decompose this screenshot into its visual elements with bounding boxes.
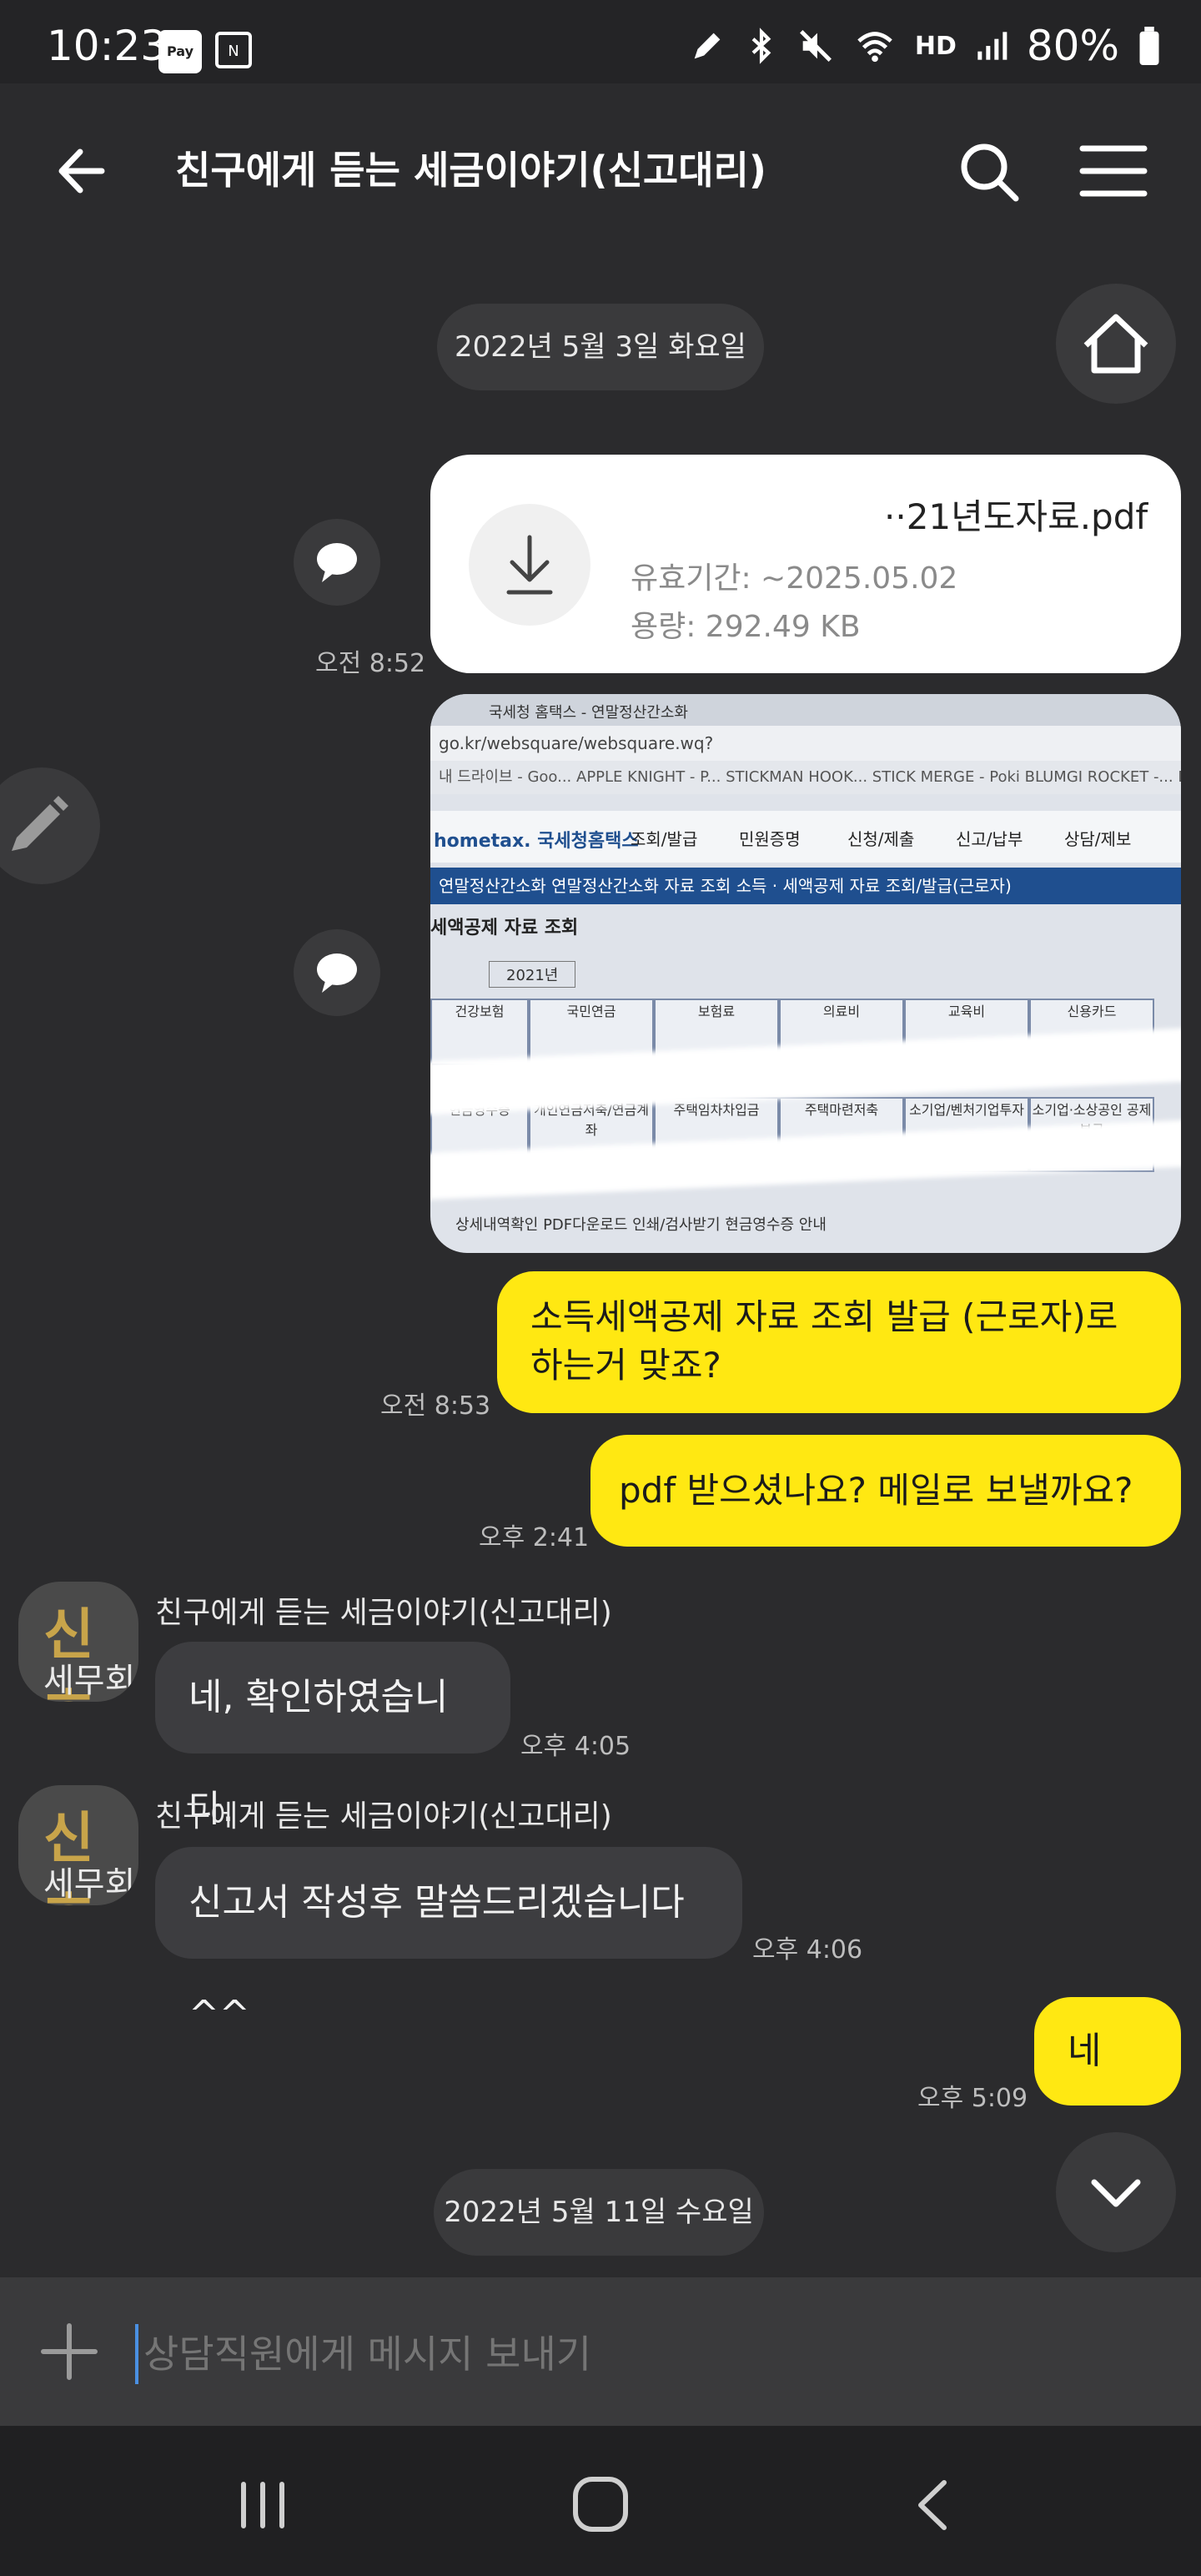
hd-voice-icon: HD <box>914 31 957 61</box>
sender-name: 친구에게 듣는 세금이야기(신고대리) <box>155 1596 612 1630</box>
photo-breadcrumb-bar: 연말정산간소화 연말정산간소화 자료 조회 소득 · 세액공제 자료 조회/발급… <box>430 868 1181 904</box>
back-button[interactable] <box>50 133 125 209</box>
avatar[interactable]: 신호 세무회 <box>18 1582 138 1702</box>
message-text: 하는거 맞죠? <box>530 1345 721 1386</box>
photo-section-title: 세액공제 자료 조회 <box>430 918 579 938</box>
message-text: 신고서 작성후 말씀드리겠습니다 ^^ <box>188 1881 685 2035</box>
photo-hometax-logo: hometax. 국세청홈택스 <box>434 831 639 852</box>
scroll-to-bottom-button[interactable] <box>1056 2132 1176 2252</box>
photo-nav-item: 신고/납부 <box>956 829 1023 849</box>
avatar-logo-subtext: 세무회 <box>43 1865 136 1904</box>
signal-icon <box>977 32 1008 60</box>
menu-button[interactable] <box>1076 133 1151 209</box>
home-nav-button[interactable] <box>559 2468 642 2543</box>
home-button[interactable] <box>1056 284 1176 404</box>
download-button[interactable] <box>469 504 590 626</box>
message-time: 오후 5:09 <box>917 2084 1028 2113</box>
my-message-bubble[interactable]: 소득세액공제 자료 조회 발급 (근로자)로 하는거 맞죠? <box>497 1271 1181 1413</box>
mute-icon <box>799 30 832 62</box>
pen-icon <box>694 33 721 59</box>
message-time: 오후 4:05 <box>520 1732 631 1761</box>
sender-name: 친구에게 듣는 세금이야기(신고대리) <box>155 1799 612 1834</box>
recent-apps-icon <box>241 2482 284 2528</box>
battery-icon <box>1139 27 1159 65</box>
photo-url-bar: go.kr/websquare/websquare.wq?w2xPath=/ui… <box>430 726 1181 788</box>
download-icon <box>506 535 553 595</box>
edit-button[interactable] <box>0 767 100 884</box>
battery-percent: 80% <box>1026 22 1119 70</box>
pencil-icon <box>12 796 68 851</box>
received-message-bubble[interactable]: 신고서 작성후 말씀드리겠습니다 ^^ <box>155 1847 742 2035</box>
date-divider: 2022년 5월 3일 화요일 <box>437 304 764 390</box>
photo-nav-item: 신청/제출 <box>847 829 915 849</box>
wifi-icon <box>857 32 892 63</box>
photo-message[interactable]: 국세청 홈택스 - 연말정산간소화 go.kr/websquare/websqu… <box>430 694 1181 1253</box>
chat-bubble-icon <box>317 953 357 993</box>
search-icon <box>961 143 1019 202</box>
my-message-bubble[interactable]: 네~~ <box>1034 1997 1181 2181</box>
photo-hometax-nav: hometax. 국세청홈택스 조회/발급 민원증명 신청/제출 신고/납부 상… <box>430 811 1181 863</box>
avatar[interactable]: 신호 세무회 <box>18 1785 138 1905</box>
received-message-bubble[interactable]: 네, 확인하였습니다. <box>155 1642 510 1830</box>
message-text: pdf 받으셨나요? 메일로 보낼까요? <box>619 1470 1133 1511</box>
message-text: 소득세액공제 자료 조회 발급 (근로자)로 <box>530 1296 1118 1337</box>
chevron-left-icon <box>918 2480 947 2530</box>
home-icon <box>1083 314 1148 374</box>
message-time: 오후 2:41 <box>479 1523 590 1552</box>
message-time: 오전 8:53 <box>380 1391 491 1421</box>
file-size: 용량: 292.49 KB <box>631 610 861 644</box>
file-name: ··21년도자료.pdf <box>884 496 1148 537</box>
chevron-down-icon <box>1091 2179 1141 2207</box>
photo-browser-tab: 국세청 홈택스 - 연말정산간소화 <box>489 704 688 722</box>
arrow-left-icon <box>58 148 105 194</box>
chat-bubble-icon <box>317 543 357 582</box>
status-time: 10:23 <box>47 22 168 70</box>
photo-nav-item: 조회/발급 <box>631 829 698 849</box>
search-button[interactable] <box>951 133 1026 209</box>
home-nav-icon <box>573 2477 628 2532</box>
back-nav-button[interactable] <box>896 2468 971 2543</box>
photo-year-select: 2021년 <box>489 961 576 988</box>
pay-notification-icon: Pay <box>158 30 202 73</box>
message-time: 오전 8:52 <box>315 649 426 678</box>
quick-reply-button[interactable] <box>294 519 380 606</box>
photo-nav-item: 민원증명 <box>739 829 801 849</box>
photo-bottom-actions: 상세내역확인 PDF다운로드 인쇄/검사받기 현금영수증 안내 <box>455 1216 827 1234</box>
naver-notification-icon: N <box>215 32 252 68</box>
photo-nav-item: 상담/제보 <box>1064 829 1132 849</box>
photo-browser-tabbar: 국세청 홈택스 - 연말정산간소화 <box>430 694 1181 726</box>
bluetooth-icon <box>751 28 771 64</box>
attach-button[interactable] <box>38 2321 100 2382</box>
redacted-filename <box>616 486 882 539</box>
photo-bookmarks: 내 드라이브 - Goo... APPLE KNIGHT - P... STIC… <box>430 761 1181 794</box>
status-icons: HD 80% <box>688 22 1161 70</box>
photo-grid-cell: 건강보험 <box>430 999 529 1065</box>
my-message-bubble[interactable]: pdf 받으셨나요? 메일로 보낼까요? <box>590 1435 1181 1547</box>
plus-icon <box>41 2323 98 2380</box>
quick-reply-button[interactable] <box>294 929 380 1016</box>
message-time: 오후 4:06 <box>752 1935 863 1965</box>
message-input[interactable] <box>135 2324 1146 2384</box>
avatar-logo-subtext: 세무회 <box>43 1662 136 1700</box>
date-divider: 2022년 5월 11일 수요일 <box>434 2169 764 2256</box>
hamburger-menu-icon <box>1079 145 1148 197</box>
file-expiry: 유효기간: ~2025.05.02 <box>631 561 958 596</box>
recent-apps-button[interactable] <box>225 2468 300 2543</box>
chat-title: 친구에게 듣는 세금이야기(신고대리) <box>175 148 766 193</box>
